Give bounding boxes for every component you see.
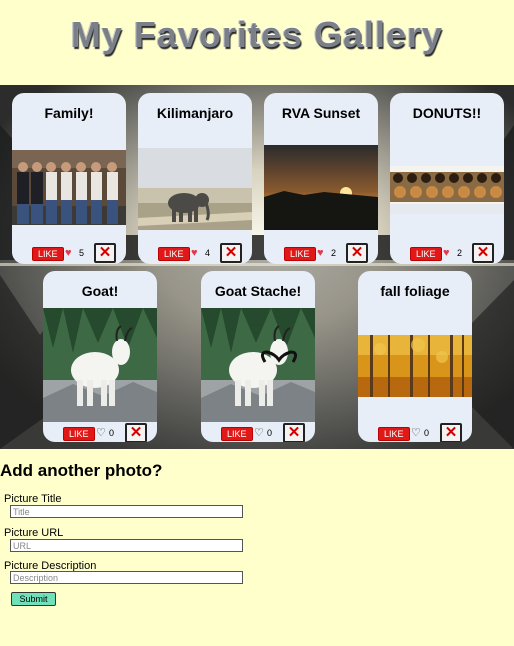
heart-filled-icon: ♥ bbox=[65, 247, 72, 259]
card-footer: LIKE ♥ 4 ✕ bbox=[138, 243, 252, 263]
photo-card: Family! LIKE ♥ 5 ✕ bbox=[12, 93, 126, 264]
picture-url-label: Picture URL bbox=[4, 527, 64, 539]
heart-filled-icon: ♥ bbox=[317, 247, 324, 259]
picture-url-input[interactable] bbox=[10, 539, 243, 552]
card-title: Family! bbox=[44, 105, 94, 121]
picture-title-input[interactable] bbox=[10, 505, 243, 518]
submit-button[interactable]: Submit bbox=[11, 592, 56, 606]
card-footer: LIKE ♥ 2 ✕ bbox=[390, 243, 504, 263]
photo-card: fall foliage LIKE ♡ 0 ✕ bbox=[358, 271, 472, 442]
card-footer: LIKE ♥ 5 ✕ bbox=[12, 243, 126, 263]
photo-card: DONUTS!! LIKE ♥ 2 ✕ bbox=[390, 93, 504, 264]
autumn-forest-photo bbox=[358, 335, 472, 397]
like-button[interactable]: LIKE bbox=[63, 427, 95, 441]
delete-button[interactable]: ✕ bbox=[220, 243, 242, 263]
photo-card: Goat! LIKE ♡ 0 ✕ bbox=[43, 271, 157, 442]
heart-outline-icon: ♡ bbox=[411, 427, 421, 439]
heart-filled-icon: ♥ bbox=[443, 247, 450, 259]
donuts-photo bbox=[390, 166, 504, 214]
like-button[interactable]: LIKE bbox=[284, 247, 316, 261]
like-button[interactable]: LIKE bbox=[32, 247, 64, 261]
photo-gallery: Family! LIKE ♥ 5 ✕ Kilimanjaro LIKE ♥ 4 … bbox=[0, 85, 514, 449]
card-title: DONUTS!! bbox=[412, 105, 482, 121]
card-footer: LIKE ♡ 0 ✕ bbox=[358, 423, 472, 442]
card-title: RVA Sunset bbox=[281, 105, 361, 121]
heart-outline-icon: ♡ bbox=[96, 427, 106, 439]
photo-card: Goat Stache! LIKE ♡ 0 ✕ bbox=[201, 271, 315, 442]
page-title: My Favorites Gallery bbox=[70, 14, 444, 55]
card-title: fall foliage bbox=[380, 283, 450, 299]
like-count: 4 bbox=[205, 248, 211, 258]
like-count: 0 bbox=[424, 428, 430, 438]
card-footer: LIKE ♥ 2 ✕ bbox=[264, 243, 378, 263]
add-photo-heading: Add another photo? bbox=[0, 461, 163, 480]
goat-photo bbox=[43, 308, 157, 422]
elephant-photo bbox=[138, 148, 252, 230]
like-button[interactable]: LIKE bbox=[410, 247, 442, 261]
delete-button[interactable]: ✕ bbox=[94, 243, 116, 263]
heart-outline-icon: ♡ bbox=[254, 427, 264, 439]
delete-button[interactable]: ✕ bbox=[283, 423, 305, 442]
sunset-photo bbox=[264, 145, 378, 230]
picture-title-label: Picture Title bbox=[4, 493, 62, 505]
like-count: 5 bbox=[79, 248, 85, 258]
heart-filled-icon: ♥ bbox=[191, 247, 198, 259]
like-count: 2 bbox=[457, 248, 463, 258]
photo-card: RVA Sunset LIKE ♥ 2 ✕ bbox=[264, 93, 378, 264]
like-count: 0 bbox=[267, 428, 273, 438]
like-button[interactable]: LIKE bbox=[378, 427, 410, 441]
card-footer: LIKE ♡ 0 ✕ bbox=[201, 423, 315, 442]
family-photo bbox=[12, 150, 126, 225]
card-title: Goat! bbox=[81, 283, 119, 299]
photo-card: Kilimanjaro LIKE ♥ 4 ✕ bbox=[138, 93, 252, 264]
delete-button[interactable]: ✕ bbox=[472, 243, 494, 263]
picture-description-input[interactable] bbox=[10, 571, 243, 584]
like-button[interactable]: LIKE bbox=[158, 247, 190, 261]
delete-button[interactable]: ✕ bbox=[346, 243, 368, 263]
like-count: 0 bbox=[109, 428, 115, 438]
card-title: Kilimanjaro bbox=[156, 105, 234, 121]
card-title: Goat Stache! bbox=[214, 283, 302, 299]
card-footer: LIKE ♡ 0 ✕ bbox=[43, 423, 157, 442]
goat-mustache-photo bbox=[201, 308, 315, 422]
delete-button[interactable]: ✕ bbox=[125, 423, 147, 442]
like-button[interactable]: LIKE bbox=[221, 427, 253, 441]
delete-button[interactable]: ✕ bbox=[440, 423, 462, 442]
like-count: 2 bbox=[331, 248, 337, 258]
